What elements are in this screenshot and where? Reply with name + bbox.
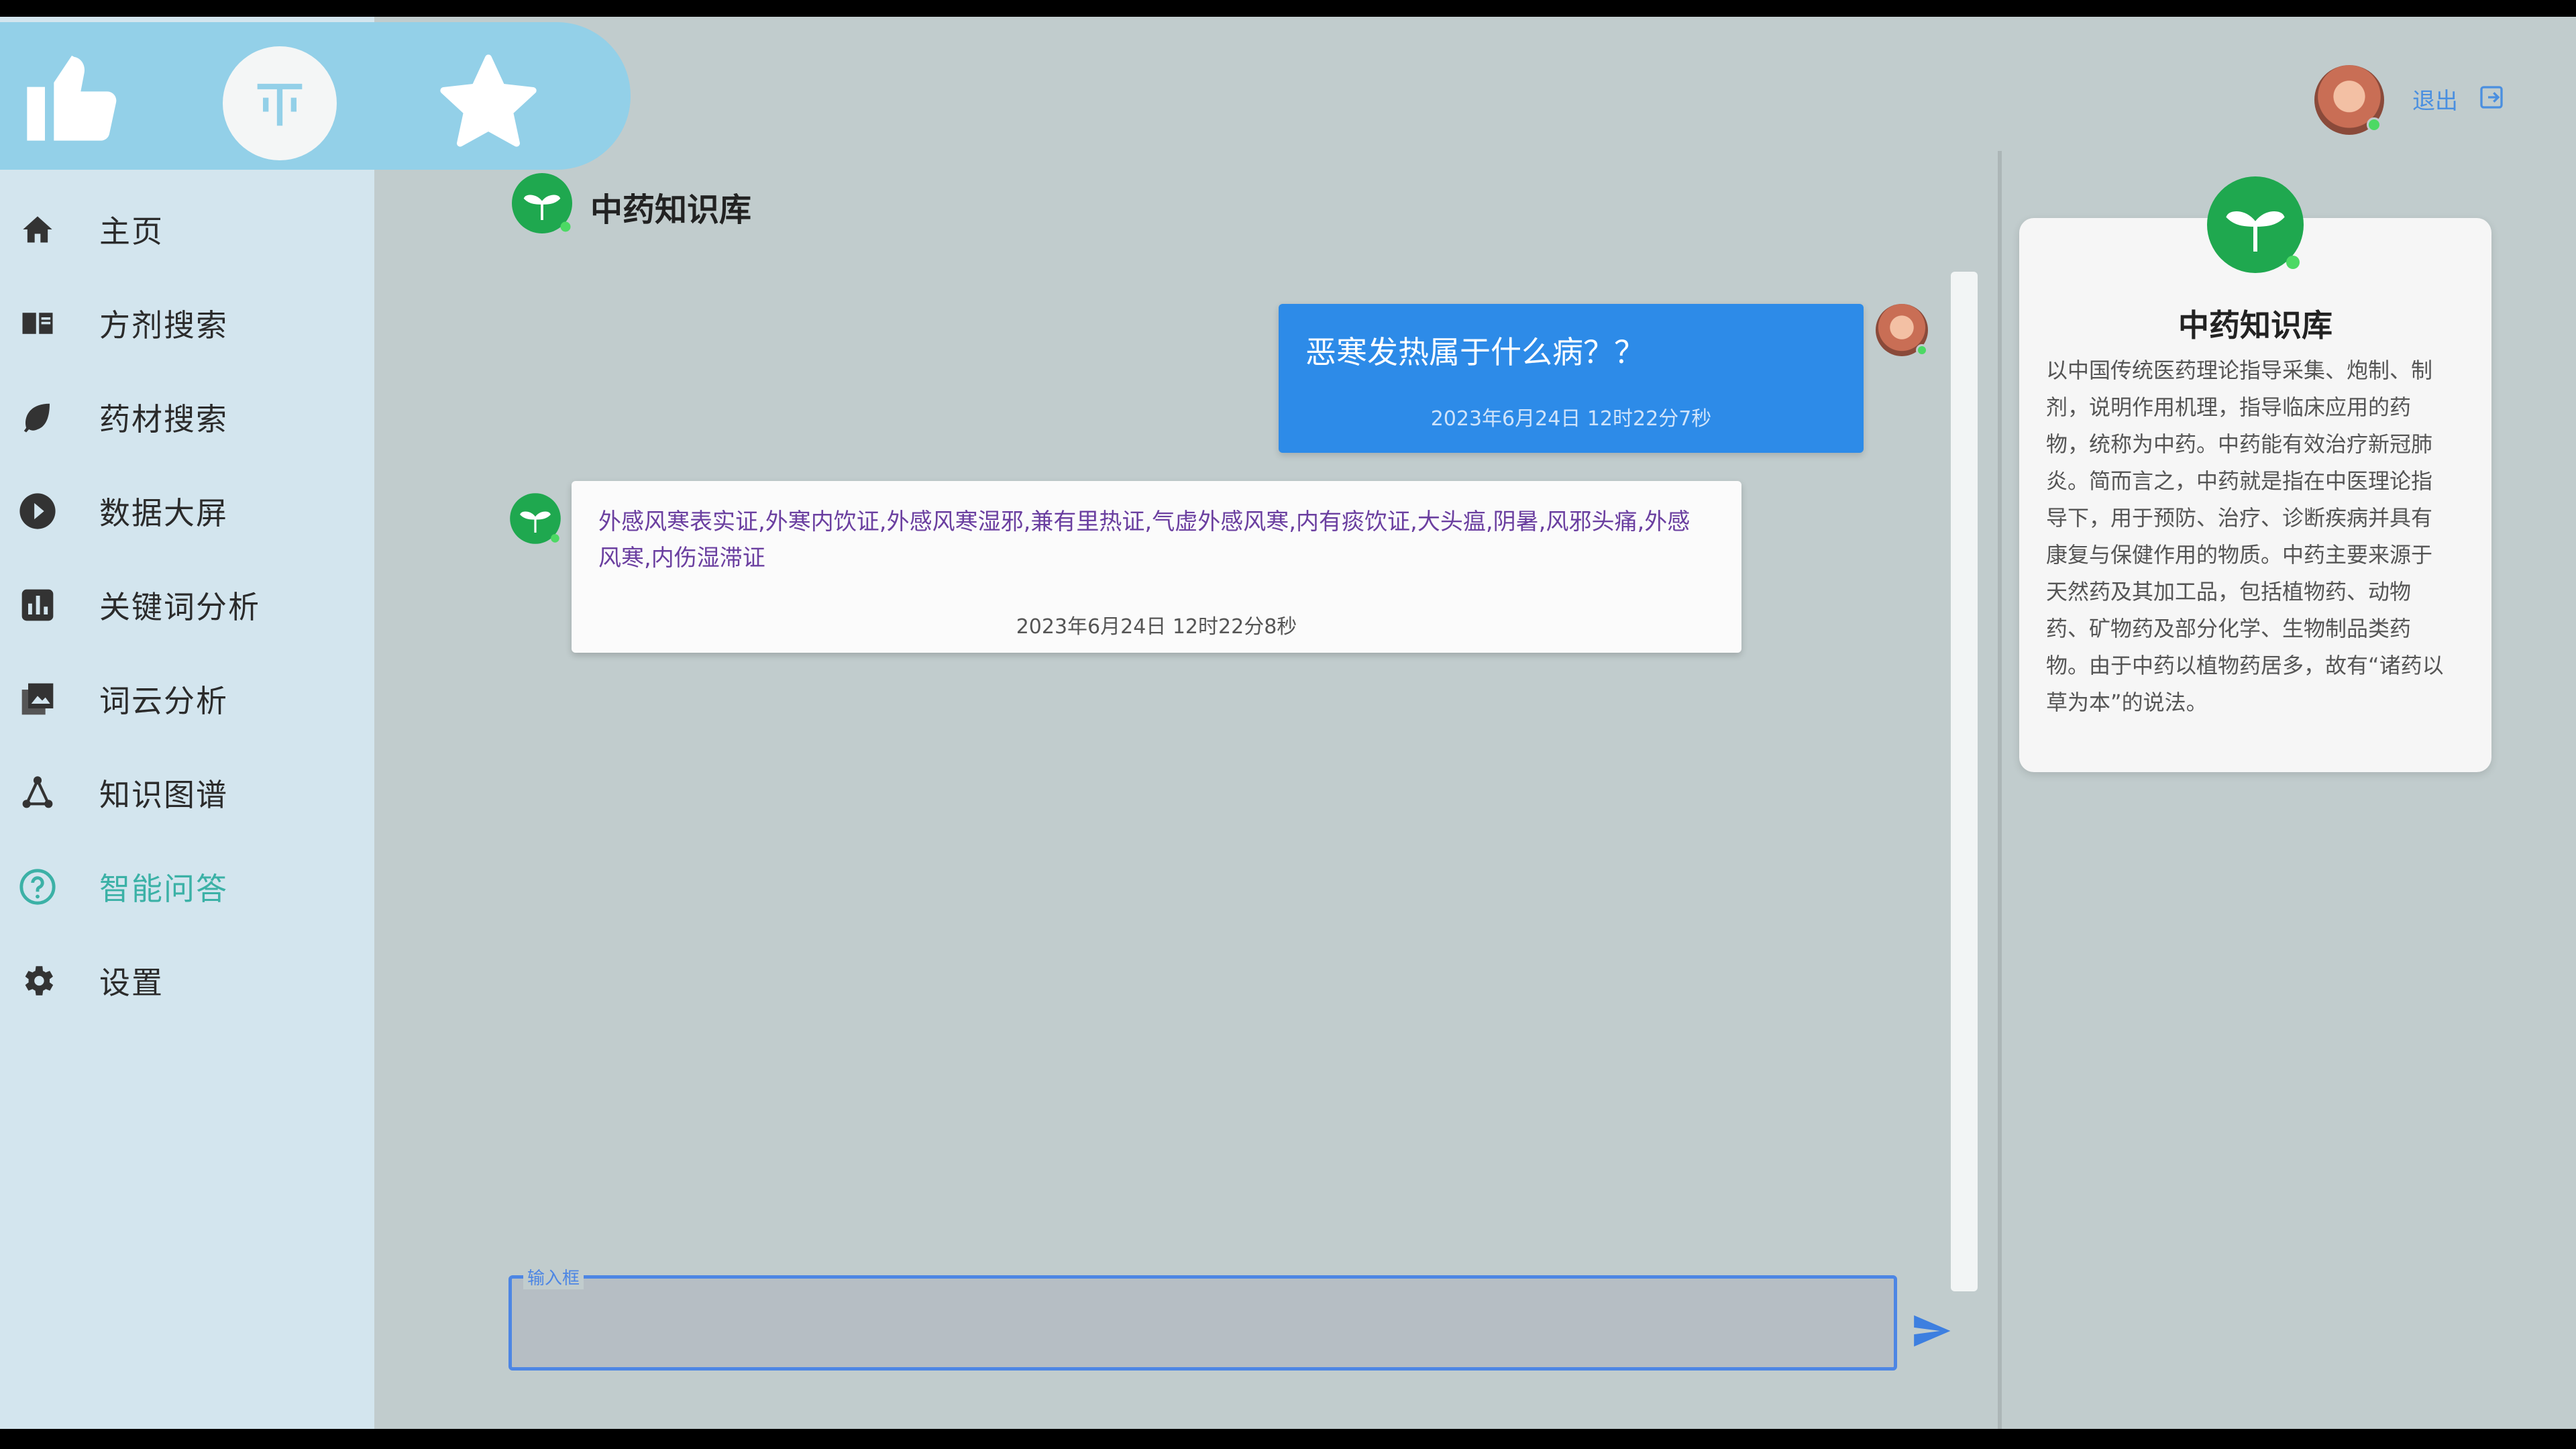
input-label: 输入框 (523, 1265, 584, 1289)
bar-chart-icon (16, 584, 59, 627)
book-icon (16, 302, 59, 345)
bottom-letterbox (0, 1429, 2576, 1449)
bot-avatar-icon (507, 490, 564, 547)
message-input[interactable] (512, 1279, 1894, 1367)
image-stack-icon (16, 678, 59, 720)
online-status-dot (2367, 117, 2381, 132)
online-status-dot (1916, 344, 1928, 356)
message-timestamp: 2023年6月24日 12时22分8秒 (1016, 615, 1297, 639)
bot-message-bubble: 外感风寒表实证,外寒内饮证,外感风寒湿邪,兼有里热证,气虚外感风寒,内有痰饮证,… (572, 481, 1741, 653)
message-text: 恶寒发热属于什么病？？ (1305, 334, 1645, 370)
question-icon (16, 865, 59, 908)
play-icon (16, 490, 59, 533)
home-icon (16, 208, 59, 251)
sprout-logo-icon (2202, 171, 2309, 278)
coin-icon[interactable] (223, 46, 337, 160)
message-input-box[interactable] (508, 1275, 1897, 1371)
send-icon[interactable] (1911, 1310, 1952, 1352)
sidebar-item-label: 设置 (99, 965, 164, 1001)
sidebar-item-label: 数据大屏 (99, 495, 228, 531)
sidebar-item-formula-search[interactable]: 方剂搜索 (0, 283, 374, 364)
leaf-icon (16, 396, 59, 439)
sidebar-item-label: 关键词分析 (99, 589, 260, 625)
user-message-bubble: 恶寒发热属于什么病？？ 2023年6月24日 12时22分7秒 (1279, 304, 1864, 453)
sidebar-item-label: 药材搜索 (99, 401, 228, 437)
sidebar-item-knowledge-graph[interactable]: 知识图谱 (0, 753, 374, 833)
gear-icon (16, 959, 59, 1002)
sidebar-item-word-cloud[interactable]: 词云分析 (0, 659, 374, 739)
panel-divider (1998, 151, 2002, 1432)
sidebar-item-label: 智能问答 (99, 871, 228, 907)
sidebar-item-label: 方剂搜索 (99, 307, 228, 343)
sidebar-item-label: 知识图谱 (99, 777, 228, 813)
info-card-title: 中药知识库 (2178, 307, 2332, 343)
chat-scrollbar[interactable] (1951, 272, 1978, 1291)
sidebar-item-keyword-analysis[interactable]: 关键词分析 (0, 565, 374, 645)
message-timestamp: 2023年6月24日 12时22分7秒 (1430, 407, 1712, 431)
star-icon[interactable] (435, 49, 542, 156)
floating-action-bar (0, 22, 631, 170)
thumbs-up-icon[interactable] (15, 42, 129, 150)
sidebar-item-label: 主页 (99, 213, 164, 250)
info-card-description: 以中国传统医药理论指导采集、炮制、制剂，说明作用机理，指导临床应用的药物，统称为… (2046, 358, 2444, 715)
avatar[interactable] (2314, 65, 2384, 135)
message-text: 外感风寒表实证,外寒内饮证,外感风寒湿邪,兼有里热证,气虚外感风寒,内有痰饮证,… (598, 508, 1690, 572)
sprout-logo-icon (508, 170, 576, 237)
sidebar-item-herb-search[interactable]: 药材搜索 (0, 377, 374, 458)
sidebar-item-home[interactable]: 主页 (0, 189, 374, 270)
sidebar-item-data-screen[interactable]: 数据大屏 (0, 471, 374, 551)
logout-icon[interactable] (2478, 84, 2505, 111)
logout-link[interactable]: 退出 (2412, 83, 2458, 115)
graph-icon (16, 771, 59, 814)
app-screen: 主页 方剂搜索 药材搜索 数据大屏 关键词分析 词云分析 知识图谱 智能问答 设… (0, 17, 2576, 1432)
user-avatar (1876, 304, 1928, 356)
sidebar-item-label: 词云分析 (99, 683, 228, 719)
sidebar-item-settings[interactable]: 设置 (0, 941, 374, 1021)
sidebar-item-smart-qa[interactable]: 智能问答 (0, 847, 374, 927)
sidebar: 主页 方剂搜索 药材搜索 数据大屏 关键词分析 词云分析 知识图谱 智能问答 设… (0, 17, 374, 1432)
chat-title: 中药知识库 (590, 191, 752, 229)
